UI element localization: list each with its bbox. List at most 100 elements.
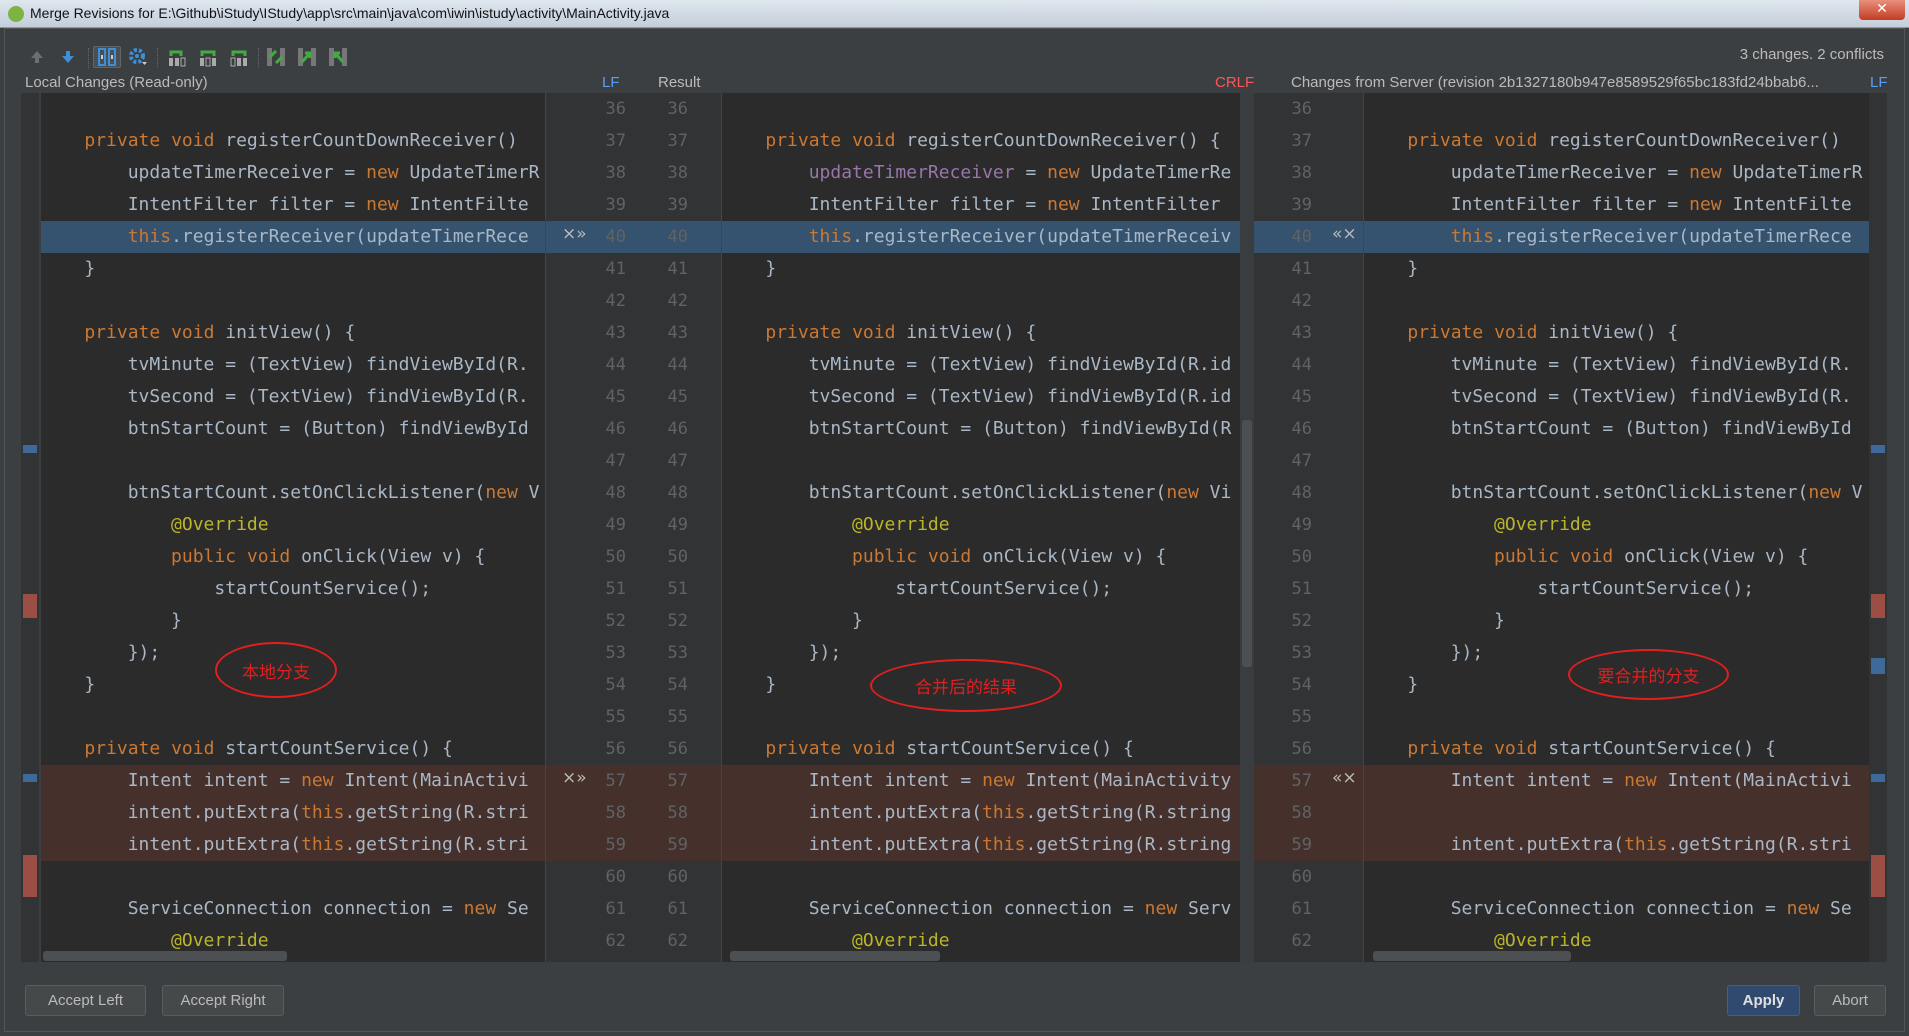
line-row: private void startCountService() { <box>722 733 1240 765</box>
line-row: public void onClick(View v) { <box>41 541 545 573</box>
result-editor[interactable]: private void registerCountDownReceiver()… <box>722 93 1240 962</box>
accept-left-change-icon[interactable]: ×» <box>562 766 587 790</box>
line-row: startCountService(); <box>722 573 1240 605</box>
sync-scroll-toggle[interactable] <box>93 46 121 68</box>
code-line: this.registerReceiver(updateTimerRece <box>1450 226 1852 247</box>
line-row: 59 <box>1254 829 1363 861</box>
change-mark[interactable] <box>23 445 37 453</box>
right-line-separator[interactable]: LF <box>1870 74 1888 91</box>
line-row: 60 60 <box>546 861 721 893</box>
keyword: void <box>852 130 896 151</box>
line-row <box>41 93 545 125</box>
left-horizontal-scrollbar[interactable] <box>43 951 287 961</box>
line-row: 43 43 <box>546 317 721 349</box>
line-row: 38 <box>1254 157 1363 189</box>
close-button[interactable]: ✕ <box>1859 0 1905 20</box>
right-line-number: 38 <box>1291 163 1312 183</box>
conflict-mark[interactable] <box>23 855 37 897</box>
right-line-number: 60 <box>1291 867 1312 887</box>
line-row: btnStartCount.setOnClickListener(new V <box>1364 477 1869 509</box>
keyword: this <box>301 802 345 823</box>
accept-right-change-icon[interactable]: «× <box>1332 766 1357 790</box>
change-mark[interactable] <box>1871 658 1885 674</box>
keyword: void <box>171 322 215 343</box>
right-horizontal-scrollbar[interactable] <box>1373 951 1571 961</box>
annotation: @Override <box>171 514 269 535</box>
accept-right-button[interactable]: Accept Right <box>162 985 284 1016</box>
annotation-incoming-branch: 要合并的分支 <box>1568 649 1729 700</box>
right-line-number: 43 <box>1291 323 1312 343</box>
next-difference-button[interactable] <box>56 46 80 68</box>
keyword: this <box>1450 226 1495 247</box>
apply-non-conflicting-right-button[interactable] <box>227 46 251 68</box>
conflict-mark[interactable] <box>1871 594 1885 618</box>
change-mark[interactable] <box>1871 445 1885 453</box>
accept-left-column-button[interactable] <box>295 46 319 68</box>
code-line: } <box>41 674 96 695</box>
left-line-number: 44 <box>605 355 626 375</box>
right-editor[interactable]: private void registerCountDownReceiver()… <box>1364 93 1869 962</box>
line-row <box>1364 285 1869 317</box>
left-line-number: 46 <box>605 419 626 439</box>
change-mark[interactable] <box>23 774 37 782</box>
keyword: private <box>1407 738 1484 759</box>
code-line: ServiceConnection connection = new Se <box>1364 898 1852 919</box>
settings-button[interactable] <box>126 46 150 68</box>
code-line: public void onClick(View v) { <box>1494 546 1809 567</box>
keyword: private <box>1407 322 1484 343</box>
prev-difference-button[interactable] <box>25 46 49 68</box>
apply-non-conflicting-left-button[interactable] <box>165 46 189 68</box>
left-line-number: 40 <box>605 227 626 247</box>
accept-right-column-button[interactable] <box>326 46 350 68</box>
left-line-separator[interactable]: LF <box>602 74 620 91</box>
left-editor[interactable]: private void registerCountDownReceiver()… <box>41 93 545 962</box>
line-row: 37 <box>1254 125 1363 157</box>
code-line: } <box>722 610 863 631</box>
left-error-stripe[interactable] <box>21 93 39 962</box>
apply-non-conflicting-all-button[interactable] <box>196 46 220 68</box>
line-row: public void onClick(View v) { <box>722 541 1240 573</box>
keyword: new <box>982 770 1015 791</box>
accept-left-change-icon[interactable]: ×» <box>562 222 587 246</box>
line-row: 53 <box>1254 637 1363 669</box>
left-line-number: 39 <box>605 195 626 215</box>
conflict-mark[interactable] <box>1871 855 1885 897</box>
line-row: startCountService(); <box>1364 573 1869 605</box>
right-line-number: 55 <box>1291 707 1312 727</box>
result-vertical-scrollbar[interactable] <box>1242 420 1252 667</box>
line-row: 44 44 <box>546 349 721 381</box>
right-line-number: 51 <box>1291 579 1312 599</box>
code-line: intent.putExtra(this.getString(R.stri <box>41 834 529 855</box>
accept-left-button[interactable]: Accept Left <box>25 985 146 1016</box>
code-line: this.registerReceiver(updateTimerReceiv <box>808 226 1232 247</box>
line-row: 61 61 <box>546 893 721 925</box>
line-row: private void initView() { <box>41 317 545 349</box>
right-line-number: 61 <box>1291 899 1312 919</box>
line-row: private void initView() { <box>1364 317 1869 349</box>
abort-button[interactable]: Abort <box>1814 985 1886 1016</box>
left-line-number: 55 <box>605 707 626 727</box>
apply-button[interactable]: Apply <box>1727 985 1800 1016</box>
right-error-stripe[interactable] <box>1869 93 1887 962</box>
keyword: void <box>246 546 291 567</box>
magic-resolve-button[interactable] <box>264 46 288 68</box>
code-line: tvMinute = (TextView) findViewById(R. <box>41 354 529 375</box>
line-row: Intent intent = new Intent(MainActivi <box>41 765 545 797</box>
change-mark[interactable] <box>1871 774 1885 782</box>
result-horizontal-scrollbar[interactable] <box>730 951 940 961</box>
code-line: @Override <box>1364 509 1592 541</box>
left-line-number: 57 <box>605 771 626 791</box>
line-row: 46 46 <box>546 413 721 445</box>
line-row: updateTimerReceiver = new UpdateTimerR <box>1364 157 1869 189</box>
result-line-separator[interactable]: CRLF <box>1215 74 1254 91</box>
line-row: 48 <box>1254 477 1363 509</box>
conflict-mark[interactable] <box>23 594 37 618</box>
accept-right-change-icon[interactable]: «× <box>1332 222 1357 246</box>
line-row: 50 50 <box>546 541 721 573</box>
line-row: @Override <box>722 509 1240 541</box>
result-line-number: 58 <box>667 803 688 823</box>
code-line: tvSecond = (TextView) findViewById(R. <box>41 386 529 407</box>
result-line-number: 47 <box>667 451 688 471</box>
line-row: tvMinute = (TextView) findViewById(R. <box>41 349 545 381</box>
code-line: Intent intent = new Intent(MainActivi <box>41 770 529 791</box>
